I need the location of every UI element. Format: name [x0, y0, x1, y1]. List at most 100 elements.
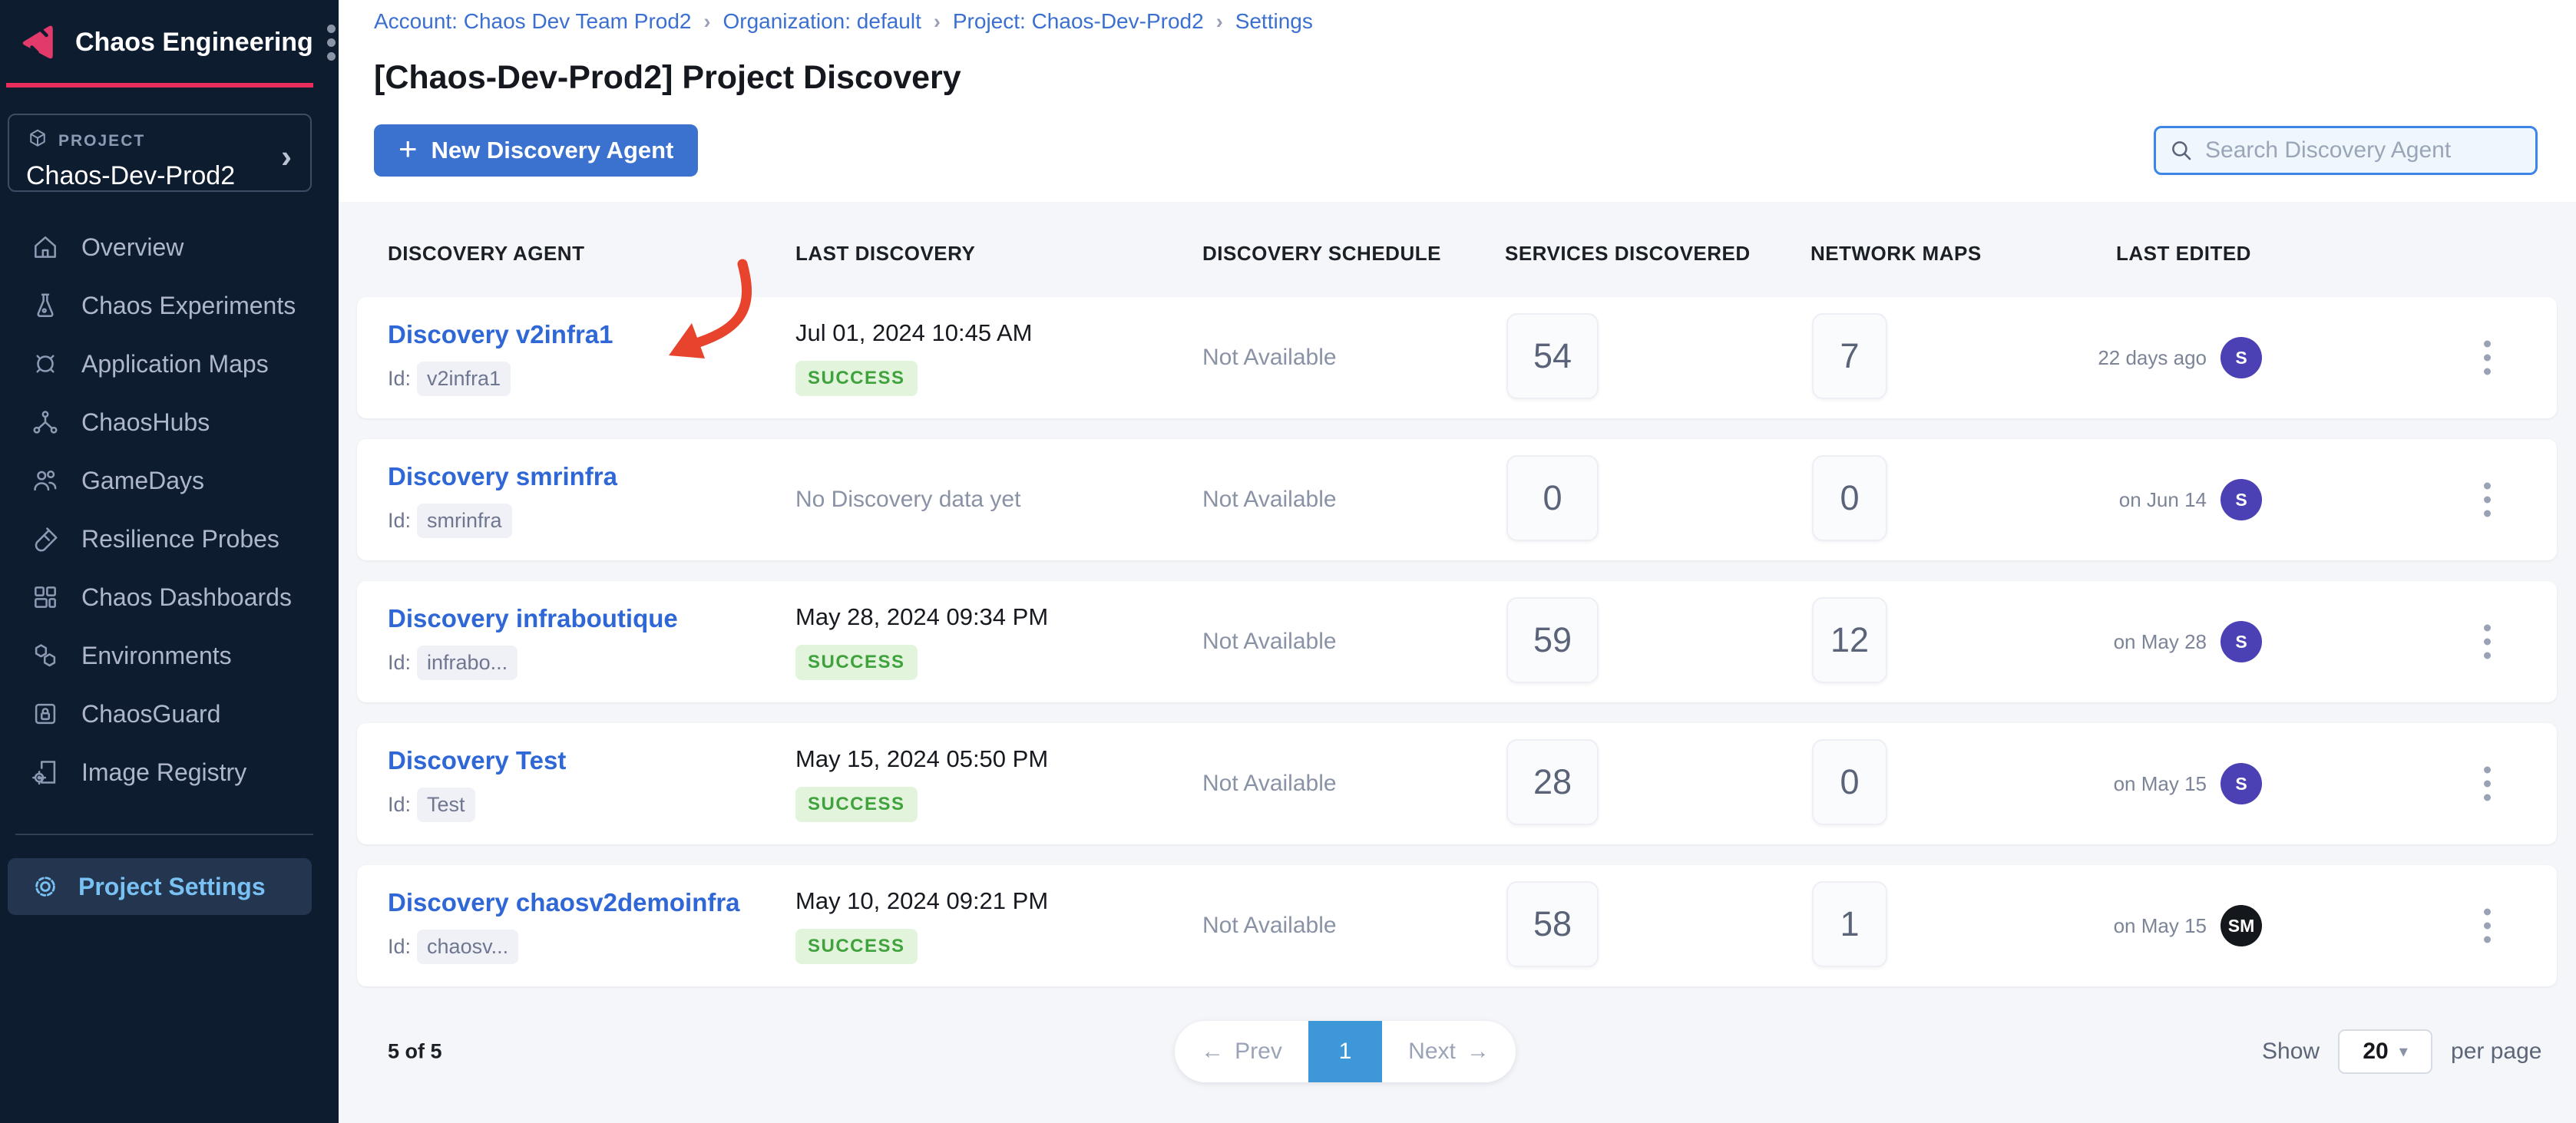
gear-icon — [31, 872, 60, 901]
agent-name-link[interactable]: Discovery smrinfra — [388, 462, 617, 491]
page-header: Account: Chaos Dev Team Prod2 › Organiza… — [339, 0, 2576, 203]
show-label: Show — [2262, 1039, 2320, 1065]
breadcrumb-settings[interactable]: Settings — [1235, 9, 1313, 34]
sidebar-item-environments[interactable]: Environments — [0, 626, 339, 685]
last-edited-time: on May 15 — [2114, 772, 2207, 796]
agent-name-link[interactable]: Discovery Test — [388, 746, 566, 775]
sidebar-item-application-maps[interactable]: Application Maps — [0, 335, 339, 393]
schedule-value: Not Available — [1202, 345, 1337, 371]
services-count: 28 — [1506, 739, 1599, 825]
project-selector[interactable]: PROJECT Chaos-Dev-Prod2 › — [8, 114, 312, 192]
agent-id: Test — [417, 788, 475, 822]
network-maps-count: 1 — [1812, 881, 1887, 967]
network-maps-count: 12 — [1812, 597, 1887, 683]
prev-page-button[interactable]: ← Prev — [1175, 1021, 1308, 1082]
services-count: 59 — [1506, 597, 1599, 683]
avatar: SM — [2221, 905, 2262, 946]
breadcrumb-organization[interactable]: Organization: default — [723, 9, 921, 34]
table-row: Discovery smrinfra Id: smrinfra No Discov… — [357, 439, 2557, 560]
pagination: 5 of 5 ← Prev 1 Next → Show 20 — [339, 1021, 2576, 1082]
col-discovery-schedule: DISCOVERY SCHEDULE — [1202, 242, 1441, 266]
status-badge: SUCCESS — [795, 929, 918, 964]
breadcrumb-account[interactable]: Account: Chaos Dev Team Prod2 — [374, 9, 691, 34]
services-count: 58 — [1506, 881, 1599, 967]
sidebar-item-chaos-experiments[interactable]: Chaos Experiments — [0, 276, 339, 335]
sidebar: Chaos Engineering PROJECT Chaos-Dev-Prod… — [0, 0, 339, 1123]
search-input[interactable] — [2204, 137, 2523, 164]
id-label: Id: — [388, 651, 411, 675]
sidebar-item-overview[interactable]: Overview — [0, 218, 339, 276]
agent-id: smrinfra — [417, 504, 512, 538]
per-page-label: per page — [2451, 1039, 2541, 1065]
network-maps-count: 0 — [1812, 739, 1887, 825]
table-area: DISCOVERY AGENT LAST DISCOVERY DISCOVERY… — [339, 202, 2576, 1123]
new-discovery-agent-button[interactable]: + New Discovery Agent — [374, 124, 698, 177]
row-menu-kebab-icon[interactable] — [2478, 477, 2497, 524]
row-menu-kebab-icon[interactable] — [2478, 619, 2497, 666]
id-label: Id: — [388, 793, 411, 817]
app-window: Chaos Engineering PROJECT Chaos-Dev-Prod… — [0, 0, 2576, 1123]
page-size-control: Show 20 ▾ per page — [2262, 1021, 2541, 1082]
pagination-summary: 5 of 5 — [388, 1040, 442, 1064]
target-icon — [31, 349, 60, 378]
sidebar-item-chaosguard[interactable]: ChaosGuard — [0, 685, 339, 743]
avatar: S — [2221, 763, 2262, 804]
last-discovery-time: May 10, 2024 09:21 PM — [795, 887, 1048, 915]
sidebar-item-chaos-dashboards[interactable]: Chaos Dashboards — [0, 568, 339, 626]
last-discovery-time: May 28, 2024 09:34 PM — [795, 603, 1048, 631]
sidebar-item-chaoshubs[interactable]: ChaosHubs — [0, 393, 339, 451]
row-menu-kebab-icon[interactable] — [2478, 761, 2497, 808]
test-tube-icon — [31, 524, 60, 553]
last-discovery-time: No Discovery data yet — [795, 487, 1020, 513]
breadcrumb-project[interactable]: Project: Chaos-Dev-Prod2 — [953, 9, 1204, 34]
agent-name-link[interactable]: Discovery v2infra1 — [388, 320, 613, 349]
lock-shield-icon — [31, 699, 60, 728]
col-services-discovered: SERVICES DISCOVERED — [1505, 242, 1751, 266]
agent-id: infrabo... — [417, 646, 518, 680]
agent-name-link[interactable]: Discovery infraboutique — [388, 604, 678, 633]
row-menu-kebab-icon[interactable] — [2478, 335, 2497, 381]
col-last-edited: LAST EDITED — [2116, 242, 2251, 266]
sidebar-item-project-settings[interactable]: Project Settings — [8, 858, 312, 915]
next-page-button[interactable]: Next → — [1382, 1021, 1516, 1082]
home-icon — [31, 233, 60, 262]
table-row: Discovery infraboutique Id: infrabo... Ma… — [357, 581, 2557, 702]
main-area: Account: Chaos Dev Team Prod2 › Organiza… — [339, 0, 2576, 1123]
table-row: Discovery Test Id:Test May 15, 2024 05:5… — [357, 723, 2557, 844]
col-discovery-agent: DISCOVERY AGENT — [388, 242, 584, 266]
chevron-right-icon: › — [281, 138, 292, 175]
id-label: Id: — [388, 509, 411, 533]
search-box — [2154, 126, 2538, 175]
status-badge: SUCCESS — [795, 787, 918, 822]
row-menu-kebab-icon[interactable] — [2478, 903, 2497, 950]
plus-icon: + — [398, 133, 418, 165]
page-size-select[interactable]: 20 ▾ — [2338, 1029, 2432, 1074]
sidebar-divider — [15, 834, 313, 835]
network-maps-count: 0 — [1812, 455, 1887, 541]
services-count: 0 — [1506, 455, 1599, 541]
col-last-discovery: LAST DISCOVERY — [795, 242, 975, 266]
table-header: DISCOVERY AGENT LAST DISCOVERY DISCOVERY… — [339, 202, 2576, 297]
flask-icon — [31, 291, 60, 320]
sidebar-item-image-registry[interactable]: Image Registry — [0, 743, 339, 801]
current-page-button[interactable]: 1 — [1308, 1021, 1382, 1082]
schedule-value: Not Available — [1202, 629, 1337, 655]
last-edited-time: on Jun 14 — [2119, 488, 2207, 512]
sidebar-nav: Overview Chaos Experiments Application M… — [0, 218, 339, 801]
services-count: 54 — [1506, 313, 1599, 399]
sidebar-item-gamedays[interactable]: GameDays — [0, 451, 339, 510]
network-maps-count: 7 — [1812, 313, 1887, 399]
sidebar-item-resilience-probes[interactable]: Resilience Probes — [0, 510, 339, 568]
status-badge: SUCCESS — [795, 645, 918, 680]
schedule-value: Not Available — [1202, 913, 1337, 939]
agent-id: v2infra1 — [417, 362, 511, 396]
project-label: PROJECT — [58, 132, 145, 150]
chevron-separator-icon: › — [1216, 10, 1223, 34]
chevron-separator-icon: › — [703, 10, 710, 34]
avatar: S — [2221, 621, 2262, 662]
status-badge: SUCCESS — [795, 361, 918, 396]
agent-name-link[interactable]: Discovery chaosv2demoinfra — [388, 888, 740, 917]
dashboard-icon — [31, 583, 60, 612]
chevron-separator-icon: › — [934, 10, 941, 34]
last-edited-time: on May 28 — [2114, 630, 2207, 654]
